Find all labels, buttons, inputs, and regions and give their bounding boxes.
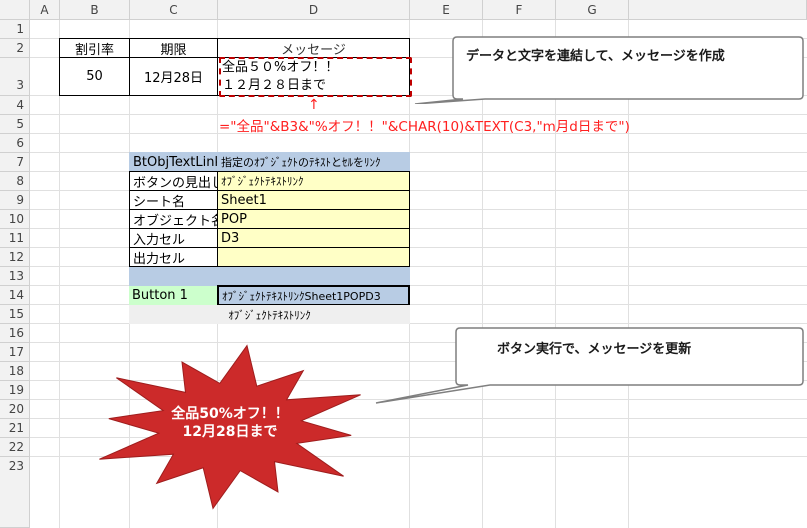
row-header-5[interactable]: 5 (0, 115, 30, 134)
pop-line-1: 全品50%オフ！！ (171, 406, 289, 422)
settings-separator-band (129, 267, 410, 286)
settings-value-input-cell[interactable]: D3 (217, 228, 410, 248)
row-header-1[interactable]: 1 (0, 20, 30, 39)
cell-c3-deadline-value[interactable]: 12月28日 (129, 57, 218, 96)
concat-result-cell[interactable]: ｵﾌﾞｼﾞｪｸﾄﾃｷｽﾄﾘﾝｸSheet1POPD3 (217, 285, 410, 306)
row-header-13[interactable]: 13 (0, 267, 30, 286)
settings-value-caption[interactable]: ｵﾌﾞｼﾞｪｸﾄﾃｷｽﾄﾘﾝｸ (217, 171, 410, 191)
settings-label-caption[interactable]: ボタンの見出し (129, 171, 218, 191)
settings-value-sheet[interactable]: Sheet1 (217, 190, 410, 210)
row-header-19[interactable]: 19 (0, 381, 30, 400)
row-header-6[interactable]: 6 (0, 134, 30, 153)
cell-c2-deadline-header[interactable]: 期限 (129, 38, 218, 58)
row-header-10[interactable]: 10 (0, 210, 30, 229)
message-highlight-box (219, 57, 412, 97)
column-header-b[interactable]: B (60, 0, 130, 20)
pop-line-2: 12月28日まで (182, 424, 278, 440)
settings-label-sheet[interactable]: シート名 (129, 190, 218, 210)
settings-title-name[interactable]: BtObjTextLink (129, 152, 218, 172)
row-header-18[interactable]: 18 (0, 362, 30, 381)
column-header-a[interactable]: A (30, 0, 60, 20)
row-header-3[interactable]: 3 (0, 58, 30, 96)
column-header-e[interactable]: E (410, 0, 483, 20)
formula-annotation: ="全品"&B3&"%オフ！！"&CHAR(10)&TEXT(C3,"m月d日ま… (219, 119, 630, 135)
callout-top-text: データと文字を連結して、メッセージを作成 (466, 48, 725, 64)
row-header-17[interactable]: 17 (0, 343, 30, 362)
row-header-8[interactable]: 8 (0, 172, 30, 191)
up-arrow-icon: ↑ (308, 97, 320, 113)
row-header-2[interactable]: 2 (0, 39, 30, 58)
column-header-g[interactable]: G (556, 0, 629, 20)
button-1-cell[interactable]: Button 1 (129, 286, 217, 305)
row-header-7[interactable]: 7 (0, 153, 30, 172)
column-header-d[interactable]: D (218, 0, 410, 20)
select-all-corner[interactable] (0, 0, 30, 20)
row-header-16[interactable]: 16 (0, 324, 30, 343)
column-header-f[interactable]: F (483, 0, 556, 20)
cell-b3-discount-value[interactable]: 50 (59, 57, 130, 96)
settings-value-object[interactable]: POP (217, 209, 410, 229)
settings-value-output-cell[interactable] (217, 247, 410, 267)
row-header-14[interactable]: 14 (0, 286, 30, 305)
settings-title-description[interactable]: 指定のｵﾌﾞｼﾞｪｸﾄのﾃｷｽﾄとｾﾙをﾘﾝｸ (217, 152, 410, 172)
row-header-21[interactable]: 21 (0, 419, 30, 438)
cell-d2-message-header[interactable]: メッセージ (217, 38, 410, 58)
pop-starburst-text: 全品50%オフ！！ 12月28日まで (150, 405, 310, 441)
row-header-20[interactable]: 20 (0, 400, 30, 419)
column-header-c[interactable]: C (130, 0, 218, 20)
column-header-blank (629, 0, 807, 20)
row-header-9[interactable]: 9 (0, 191, 30, 210)
spreadsheet: A B C D E F G 1 2 3 4 5 6 7 8 9 10 11 12… (0, 0, 807, 528)
row-header-23[interactable]: 23 (0, 457, 30, 528)
row-header-4[interactable]: 4 (0, 96, 30, 115)
callout-bottom-text: ボタン実行で、メッセージを更新 (497, 341, 692, 357)
row-header-12[interactable]: 12 (0, 248, 30, 267)
macro-caption-button[interactable]: ｵﾌﾞｼﾞｪｸﾄﾃｷｽﾄﾘﾝｸ (129, 305, 410, 324)
row-header-15[interactable]: 15 (0, 305, 30, 324)
cell-b2-discount-header[interactable]: 割引率 (59, 38, 130, 58)
settings-label-output-cell[interactable]: 出力セル (129, 247, 218, 267)
settings-label-input-cell[interactable]: 入力セル (129, 228, 218, 248)
settings-label-object[interactable]: オブジェクト名 (129, 209, 218, 229)
row-header-11[interactable]: 11 (0, 229, 30, 248)
row-header-22[interactable]: 22 (0, 438, 30, 457)
gridline (59, 20, 60, 528)
